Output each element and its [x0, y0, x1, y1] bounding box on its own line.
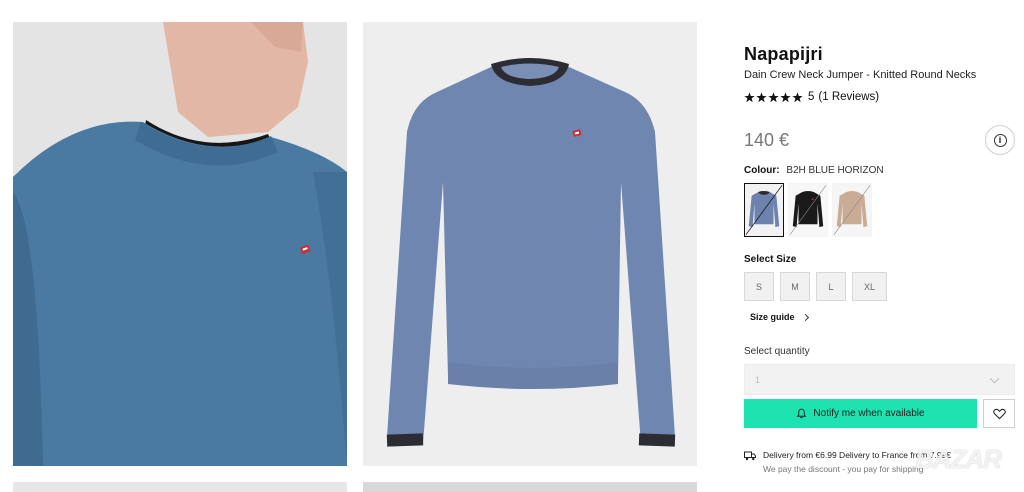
heart-icon — [992, 408, 1006, 419]
swatch-black-image — [789, 184, 827, 236]
size-option-l[interactable]: L — [816, 272, 846, 301]
product-name: Dain Crew Neck Jumper - Knitted Round Ne… — [744, 69, 977, 81]
product-info-panel: Napapijri Dain Crew Neck Jumper - Knitte… — [744, 0, 1016, 492]
product-photo-model[interactable] — [13, 22, 347, 466]
swatch-blue-image — [745, 184, 783, 236]
size-options: S M L XL — [744, 272, 893, 301]
size-option-s[interactable]: S — [744, 272, 774, 301]
colour-selection: Colour: B2H BLUE HORIZON — [744, 165, 884, 176]
rating-reviews-link[interactable]: (1 Reviews) — [818, 91, 879, 103]
size-option-m[interactable]: M — [780, 272, 810, 301]
brand-name[interactable]: Napapijri — [744, 44, 823, 65]
size-guide-link[interactable]: Size guide — [750, 312, 809, 322]
wishlist-button[interactable] — [983, 399, 1015, 428]
info-icon: i — [993, 133, 1007, 147]
quantity-value: 1 — [755, 375, 761, 385]
size-option-xl[interactable]: XL — [852, 272, 887, 301]
product-photo-3[interactable] — [13, 482, 347, 492]
truck-icon — [744, 451, 756, 461]
flat-photo-illustration — [363, 22, 697, 466]
star-icon — [744, 91, 755, 102]
colour-label: Colour: — [744, 165, 780, 176]
swatch-black[interactable] — [788, 183, 828, 237]
notify-me-button[interactable]: Notify me when available — [744, 399, 977, 428]
colour-swatches — [744, 183, 876, 237]
size-guide-label: Size guide — [750, 312, 795, 322]
quantity-select[interactable]: 1 — [744, 364, 1015, 395]
model-photo-illustration — [13, 22, 347, 466]
price: 140 € — [744, 130, 790, 150]
price-info-button[interactable]: i — [985, 125, 1015, 155]
star-icon — [792, 91, 803, 102]
swatch-beige-image — [833, 184, 871, 236]
star-icon — [768, 91, 779, 102]
chevron-down-icon — [989, 373, 1000, 384]
quantity-label: Select quantity — [744, 346, 810, 357]
rating-score: 5 — [808, 91, 815, 103]
chevron-right-icon — [801, 313, 809, 321]
size-label: Select Size — [744, 254, 797, 265]
bazar-watermark-logo: BAZAR — [915, 444, 1002, 474]
rating[interactable]: 5 (1 Reviews) — [744, 91, 879, 103]
notify-me-label: Notify me when available — [813, 408, 925, 419]
swatch-beige[interactable] — [832, 183, 872, 237]
swatch-blue-horizon[interactable] — [744, 183, 784, 237]
product-photo-flat[interactable] — [363, 22, 697, 466]
product-photo-4[interactable] — [363, 482, 697, 492]
rating-stars — [744, 91, 804, 103]
colour-value: B2H BLUE HORIZON — [786, 165, 884, 176]
bell-icon — [796, 408, 807, 419]
star-icon — [780, 91, 791, 102]
star-icon — [756, 91, 767, 102]
